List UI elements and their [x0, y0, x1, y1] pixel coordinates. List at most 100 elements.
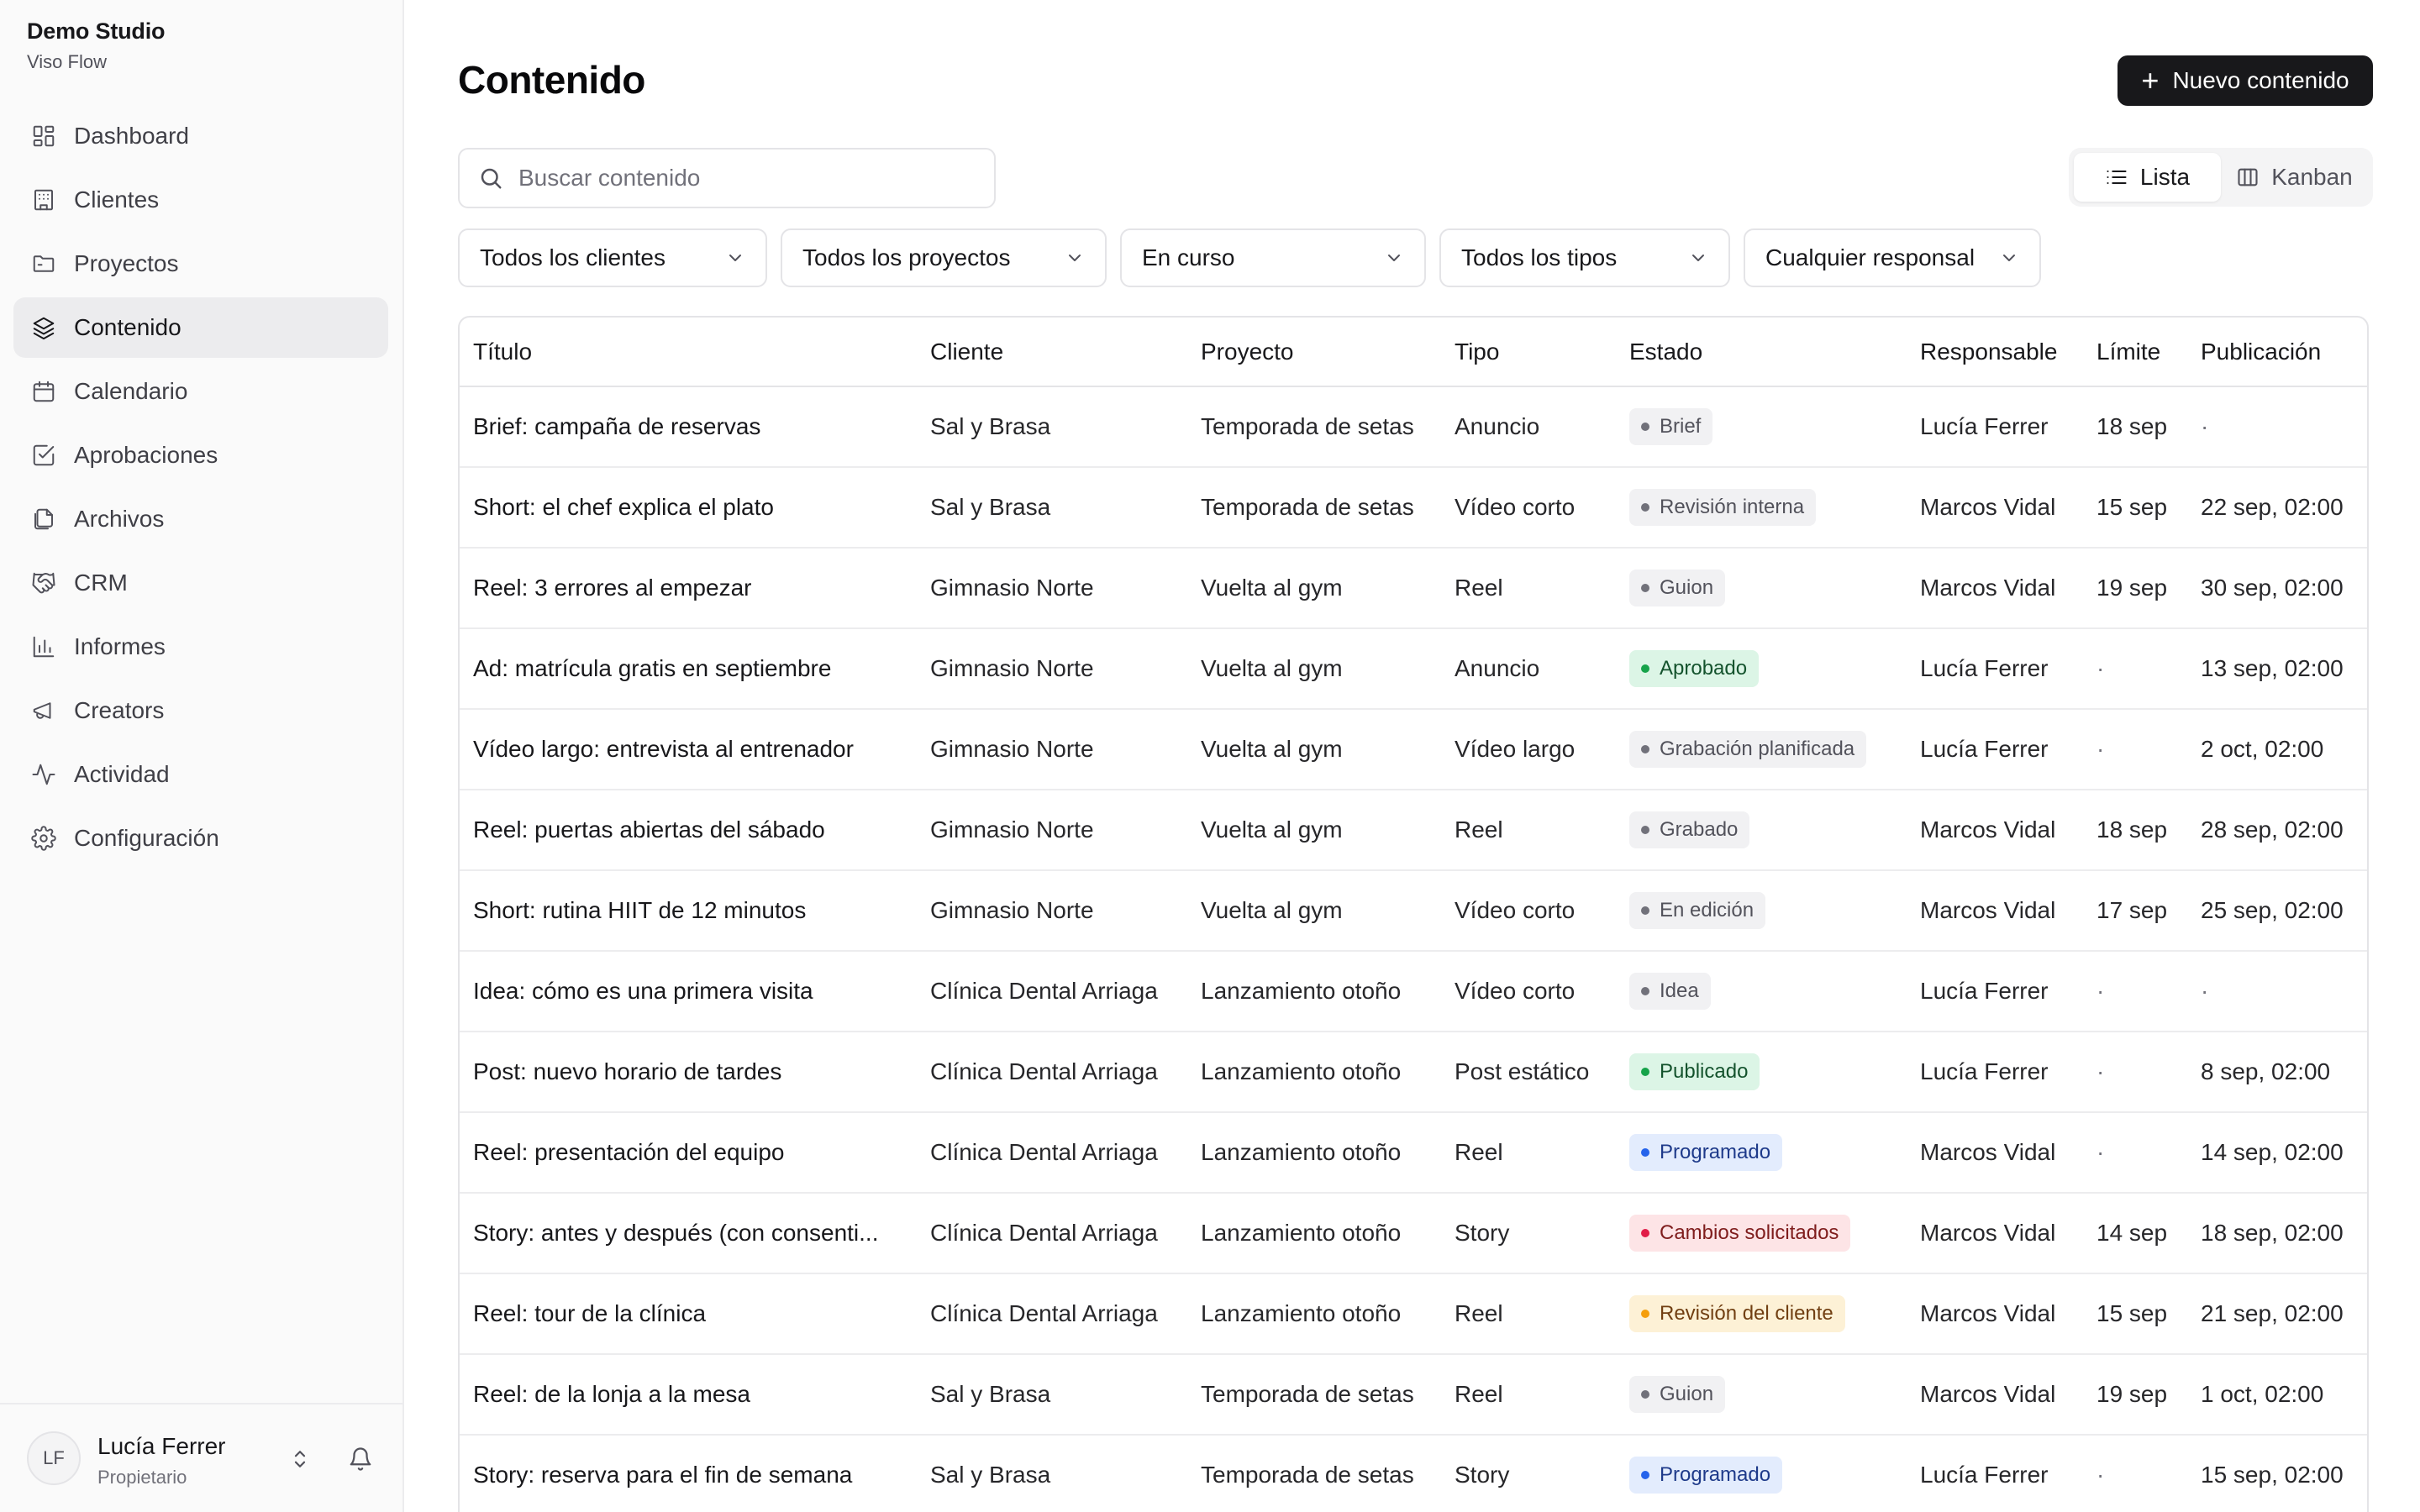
sidebar-item-contenido[interactable]: Contenido: [13, 297, 388, 358]
cell-limit: ·: [2083, 709, 2187, 790]
table-row[interactable]: Ad: matrícula gratis en septiembre Gimnas…: [460, 628, 2367, 710]
view-kanban-button[interactable]: Kanban: [2221, 153, 2368, 202]
cell-type: Reel: [1441, 548, 1616, 629]
sidebar-item-proyectos[interactable]: Proyectos: [13, 234, 388, 294]
status-label: Aprobado: [1660, 657, 1748, 680]
view-list-button[interactable]: Lista: [2074, 153, 2221, 202]
cell-project: Lanzamiento otoño: [1187, 951, 1441, 1032]
status-dot: [1641, 584, 1649, 592]
cell-owner: Lucía Ferrer: [1907, 951, 2083, 1032]
cell-client: Sal y Brasa: [917, 467, 1187, 549]
cell-publish: 1 oct, 02:00: [2187, 1354, 2367, 1436]
cell-title: Ad: matrícula gratis en septiembre: [460, 628, 917, 710]
search-box[interactable]: [458, 148, 996, 208]
sidebar-item-configuracion[interactable]: Configuración: [13, 808, 388, 869]
status-dot: [1641, 423, 1649, 431]
cell-project: Temporada de setas: [1187, 1435, 1441, 1512]
table-row[interactable]: Short: rutina HIIT de 12 minutos Gimnasio…: [460, 870, 2367, 952]
cell-client: Clínica Dental Arriaga: [917, 951, 1187, 1032]
table-row[interactable]: Story: antes y después (con consenti... C…: [460, 1193, 2367, 1274]
chevrons-up-down-icon[interactable]: [286, 1445, 314, 1473]
cell-title: Story: antes y después (con consenti...: [460, 1193, 917, 1274]
cell-client: Sal y Brasa: [917, 386, 1187, 468]
sidebar-item-archivos[interactable]: Archivos: [13, 489, 388, 549]
table-row[interactable]: Story: reserva para el fin de semana Sal …: [460, 1435, 2367, 1512]
new-content-button[interactable]: + Nuevo contenido: [2118, 55, 2373, 106]
table-row[interactable]: Reel: puertas abiertas del sábado Gimnasi…: [460, 790, 2367, 871]
building-icon: [30, 186, 57, 213]
column-header-titulo[interactable]: Título: [460, 318, 917, 387]
column-header-estado[interactable]: Estado: [1616, 318, 1907, 387]
chevron-down-icon: [2003, 255, 2015, 261]
sidebar-item-dashboard[interactable]: Dashboard: [13, 106, 388, 166]
table-row[interactable]: Brief: campaña de reservas Sal y Brasa Tem…: [460, 386, 2367, 468]
status-badge: Grabado: [1629, 811, 1750, 848]
status-dot: [1641, 1229, 1649, 1237]
cell-owner: Marcos Vidal: [1907, 870, 2083, 952]
chevron-down-icon: [1692, 255, 1704, 261]
status-label: Grabación planificada: [1660, 738, 1855, 760]
cell-client: Gimnasio Norte: [917, 709, 1187, 790]
filter-select-cualquier-responsal[interactable]: Cualquier responsal: [1744, 228, 2041, 287]
sidebar-item-actividad[interactable]: Actividad: [13, 744, 388, 805]
table-row[interactable]: Reel: 3 errores al empezar Gimnasio Norte…: [460, 548, 2367, 629]
cell-limit: 15 sep: [2083, 1273, 2187, 1355]
avatar[interactable]: LF: [27, 1431, 81, 1485]
table-row[interactable]: Vídeo largo: entrevista al entrenador Gim…: [460, 709, 2367, 790]
cell-client: Clínica Dental Arriaga: [917, 1193, 1187, 1274]
column-header-limite[interactable]: Límite: [2083, 318, 2187, 387]
cell-publish: 14 sep, 02:00: [2187, 1112, 2367, 1194]
table-row[interactable]: Idea: cómo es una primera visita Clínica …: [460, 951, 2367, 1032]
status-dot: [1641, 826, 1649, 834]
status-dot: [1641, 987, 1649, 995]
check-square-icon: [30, 442, 57, 469]
sidebar-item-aprobaciones[interactable]: Aprobaciones: [13, 425, 388, 486]
filter-value: Todos los clientes: [480, 244, 666, 270]
cell-owner: Lucía Ferrer: [1907, 1032, 2083, 1113]
cell-status: Guion: [1616, 548, 1907, 629]
sidebar-item-label: Archivos: [74, 506, 165, 532]
column-header-cliente[interactable]: Cliente: [917, 318, 1187, 387]
filter-select-todos-los-tipos[interactable]: Todos los tipos: [1439, 228, 1730, 287]
cell-publish: 25 sep, 02:00: [2187, 870, 2367, 952]
cell-project: Temporada de setas: [1187, 467, 1441, 549]
cell-client: Clínica Dental Arriaga: [917, 1273, 1187, 1355]
calendar-icon: [30, 378, 57, 405]
filter-select-todos-los-clientes[interactable]: Todos los clientes: [458, 228, 767, 287]
brand[interactable]: Demo Studio Viso Flow: [27, 18, 165, 73]
cell-owner: Marcos Vidal: [1907, 1112, 2083, 1194]
column-header-proyecto[interactable]: Proyecto: [1187, 318, 1441, 387]
cell-title: Post: nuevo horario de tardes: [460, 1032, 917, 1113]
cell-status: Programado: [1616, 1435, 1907, 1512]
sidebar-item-informes[interactable]: Informes: [13, 617, 388, 677]
table-row[interactable]: Post: nuevo horario de tardes Clínica Den…: [460, 1032, 2367, 1113]
content-table: Título Cliente Proyecto Tipo Estado Responsab…: [458, 316, 2369, 1512]
cell-status: En edición: [1616, 870, 1907, 952]
status-badge: Guion: [1629, 570, 1726, 606]
status-dot: [1641, 745, 1649, 753]
filter-select-en-curso[interactable]: En curso: [1120, 228, 1426, 287]
column-header-tipo[interactable]: Tipo: [1441, 318, 1616, 387]
cell-type: Vídeo corto: [1441, 467, 1616, 549]
cell-limit: 18 sep: [2083, 386, 2187, 468]
table-row[interactable]: Reel: de la lonja a la mesa Sal y Brasa Te…: [460, 1354, 2367, 1436]
sidebar-item-clientes[interactable]: Clientes: [13, 170, 388, 230]
table-row[interactable]: Reel: presentación del equipo Clínica Den…: [460, 1112, 2367, 1194]
handshake-icon: [30, 570, 57, 596]
sidebar-item-crm[interactable]: CRM: [13, 553, 388, 613]
cell-publish: 15 sep, 02:00: [2187, 1435, 2367, 1512]
status-badge: Brief: [1629, 408, 1713, 445]
cell-project: Lanzamiento otoño: [1187, 1193, 1441, 1274]
sidebar-item-calendario[interactable]: Calendario: [13, 361, 388, 422]
user-name[interactable]: Lucía Ferrer: [97, 1433, 226, 1460]
cell-status: Revisión interna: [1616, 467, 1907, 549]
table-row[interactable]: Short: el chef explica el plato Sal y Bra…: [460, 467, 2367, 549]
filter-select-todos-los-proyectos[interactable]: Todos los proyectos: [781, 228, 1107, 287]
sidebar-item-creators[interactable]: Creators: [13, 680, 388, 741]
column-header-publicacion[interactable]: Publicación: [2187, 318, 2367, 387]
cell-owner: Marcos Vidal: [1907, 1354, 2083, 1436]
search-input[interactable]: [518, 165, 972, 192]
bell-icon[interactable]: [346, 1445, 375, 1473]
table-row[interactable]: Reel: tour de la clínica Clínica Dental A…: [460, 1273, 2367, 1355]
column-header-responsable[interactable]: Responsable: [1907, 318, 2083, 387]
